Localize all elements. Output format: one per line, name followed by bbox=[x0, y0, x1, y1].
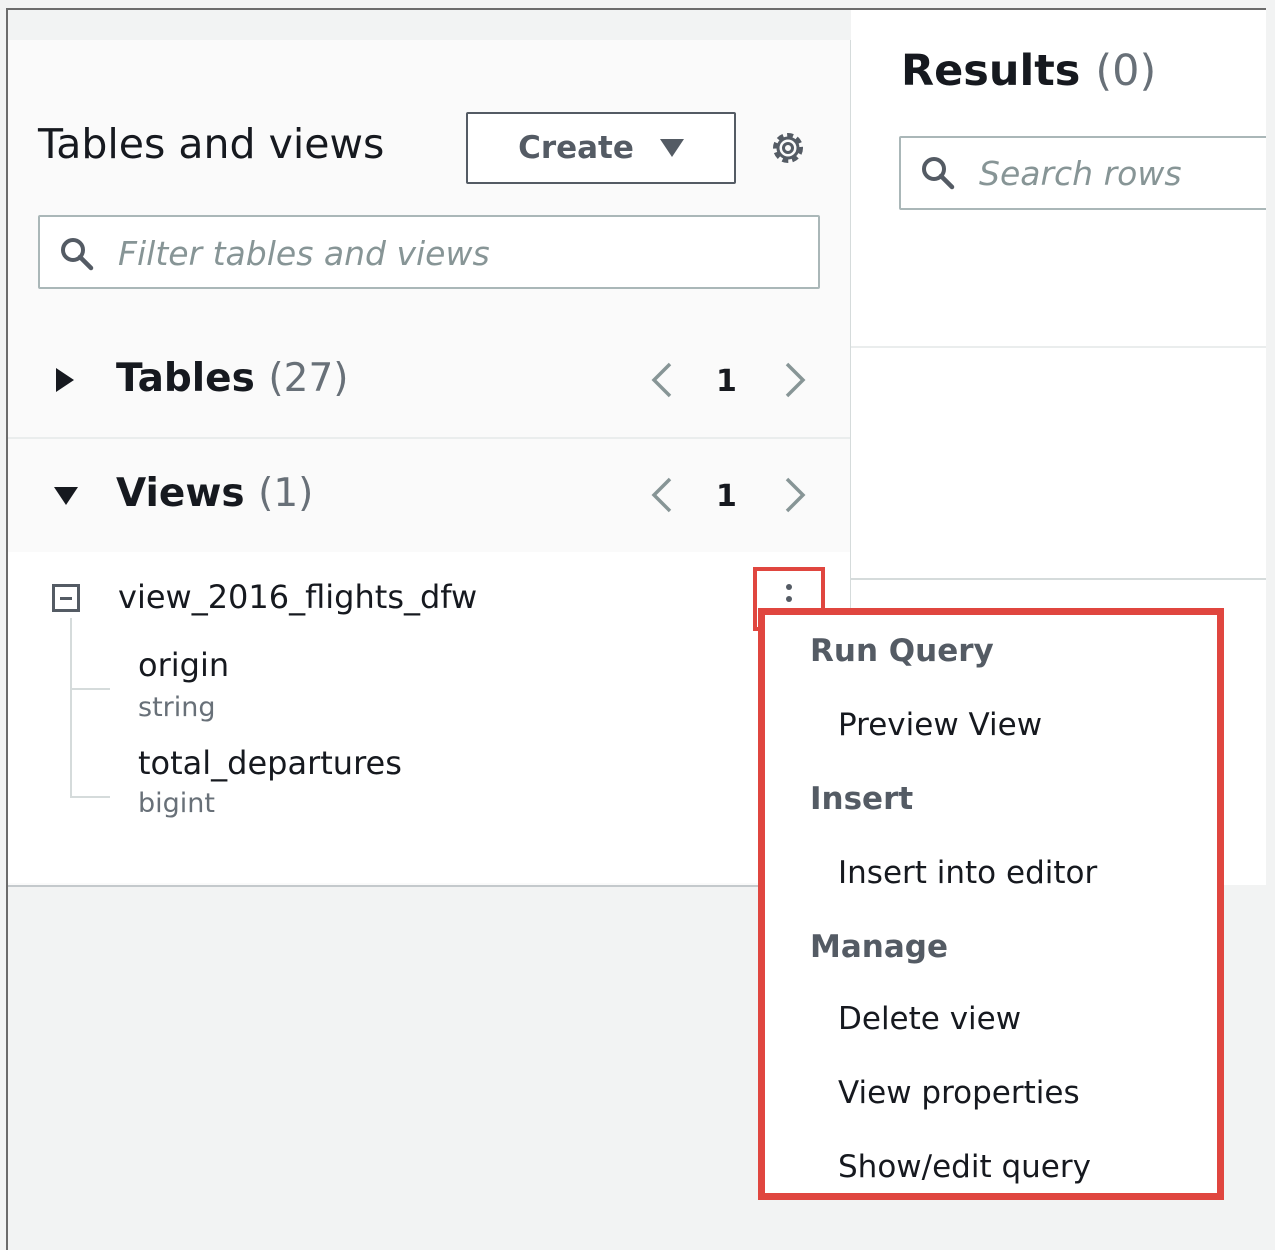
chevron-left-icon[interactable] bbox=[648, 360, 676, 400]
views-count: (1) bbox=[258, 471, 314, 516]
create-button[interactable]: Create bbox=[466, 112, 736, 184]
tables-section-header[interactable]: Tables (27) 1 bbox=[8, 322, 850, 439]
column-type: bigint bbox=[138, 788, 215, 819]
tree-line bbox=[70, 688, 110, 690]
tables-page-number: 1 bbox=[716, 364, 737, 399]
caret-down-icon[interactable] bbox=[54, 487, 78, 505]
view-name[interactable]: view_2016_flights_dfw bbox=[118, 578, 477, 616]
views-label: Views (1) bbox=[116, 471, 314, 516]
views-page-number: 1 bbox=[716, 479, 737, 514]
collapse-icon[interactable] bbox=[52, 584, 80, 612]
search-rows-input[interactable]: Search rows bbox=[899, 136, 1266, 210]
search-icon bbox=[61, 238, 94, 271]
search-icon bbox=[922, 157, 955, 190]
view-tree: view_2016_flights_dfw origin string tota… bbox=[8, 552, 850, 883]
tree-line bbox=[70, 796, 110, 798]
caret-down-icon bbox=[659, 139, 684, 157]
views-section-header[interactable]: Views (1) 1 bbox=[8, 437, 850, 554]
chevron-left-icon[interactable] bbox=[648, 475, 676, 515]
results-title: Results (0) bbox=[901, 46, 1157, 96]
column-name: origin bbox=[138, 646, 230, 684]
caret-right-icon[interactable] bbox=[56, 368, 74, 392]
menu-group-manage: Manage bbox=[810, 929, 948, 965]
view-context-menu: Run Query Preview View Insert Insert int… bbox=[758, 608, 1224, 1200]
filter-input[interactable]: Filter tables and views bbox=[38, 215, 820, 289]
kebab-icon bbox=[786, 584, 792, 590]
chevron-right-icon[interactable] bbox=[781, 475, 809, 515]
filter-placeholder: Filter tables and views bbox=[118, 234, 490, 273]
tables-and-views-panel: Tables and views Create Filter tables an… bbox=[8, 40, 852, 887]
tables-count: (27) bbox=[268, 356, 349, 401]
divider bbox=[851, 346, 1266, 348]
results-count: (0) bbox=[1095, 46, 1157, 96]
column-type: string bbox=[138, 692, 216, 723]
tables-label: Tables (27) bbox=[116, 356, 349, 401]
panel-title: Tables and views bbox=[38, 120, 385, 168]
column-name: total_departures bbox=[138, 744, 402, 782]
search-placeholder: Search rows bbox=[979, 154, 1182, 193]
menu-item-insert-into-editor[interactable]: Insert into editor bbox=[838, 855, 1097, 891]
screenshot-frame: Tables and views Create Filter tables an… bbox=[6, 8, 1266, 1250]
menu-group-insert: Insert bbox=[810, 781, 914, 817]
menu-item-preview-view[interactable]: Preview View bbox=[838, 707, 1042, 743]
menu-item-view-properties[interactable]: View properties bbox=[838, 1075, 1080, 1111]
menu-item-delete-view[interactable]: Delete view bbox=[838, 1001, 1021, 1037]
chevron-right-icon[interactable] bbox=[781, 360, 809, 400]
menu-item-show-edit-query[interactable]: Show/edit query bbox=[838, 1149, 1091, 1185]
tree-line bbox=[70, 618, 72, 798]
menu-group-run-query: Run Query bbox=[810, 633, 994, 669]
create-button-label: Create bbox=[518, 130, 634, 166]
gear-icon[interactable] bbox=[768, 128, 808, 168]
divider bbox=[851, 578, 1266, 580]
